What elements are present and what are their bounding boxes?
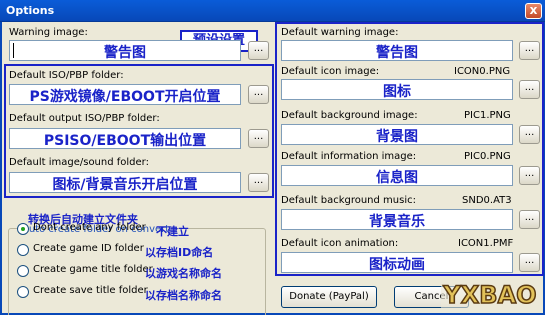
- default-info-value: 信息图: [376, 170, 418, 186]
- radio-save-title[interactable]: [17, 286, 29, 298]
- default-bg-filename: PIC1.PNG: [464, 110, 511, 121]
- default-warning-label: Default warning image:: [281, 27, 399, 38]
- image-folder-input[interactable]: 图标/背景音乐开启位置: [9, 172, 241, 193]
- warning-image-input[interactable]: 警告图: [9, 40, 241, 61]
- default-music-input[interactable]: 背景音乐: [281, 209, 513, 230]
- default-anim-filename: ICON1.PMF: [458, 238, 514, 249]
- radio-game-title[interactable]: [17, 265, 29, 277]
- default-icon-value: 图标: [383, 84, 411, 100]
- default-info-filename: PIC0.PNG: [464, 151, 511, 162]
- default-icon-label: Default icon image:: [281, 66, 380, 77]
- iso-folder-label: Default ISO/PBP folder:: [9, 70, 124, 81]
- warning-image-label: Warning image:: [9, 27, 88, 38]
- warning-image-value: 警告图: [104, 45, 146, 61]
- radio-note: 以存档ID命名: [145, 246, 214, 259]
- radio-game-id[interactable]: [17, 244, 29, 256]
- warning-image-browse-button[interactable]: ...: [248, 41, 269, 60]
- default-info-label: Default information image:: [281, 151, 417, 162]
- output-folder-input[interactable]: PSISO/EBOOT输出位置: [9, 128, 241, 149]
- default-music-filename: SND0.AT3: [462, 195, 512, 206]
- radio-note: 不建立: [156, 225, 189, 238]
- default-icon-filename: ICON0.PNG: [454, 66, 511, 77]
- radio-label: Create game title folder: [33, 264, 153, 275]
- radio-label: Create game ID folder: [33, 243, 144, 254]
- output-folder-label: Default output ISO/PBP folder:: [9, 113, 160, 124]
- radio-label: Dont create any folder: [33, 222, 146, 233]
- default-info-browse-button[interactable]: ...: [519, 166, 540, 185]
- output-folder-value: PSISO/EBOOT输出位置: [43, 133, 207, 149]
- radio-note: 以存档名称命名: [145, 289, 222, 302]
- default-bg-input[interactable]: 背景图: [281, 124, 513, 145]
- default-icon-browse-button[interactable]: ...: [519, 80, 540, 99]
- image-folder-label: Default image/sound folder:: [9, 157, 149, 168]
- default-anim-input[interactable]: 图标动画: [281, 252, 513, 273]
- default-bg-browse-button[interactable]: ...: [519, 125, 540, 144]
- default-warning-input[interactable]: 警告图: [281, 40, 513, 61]
- default-music-browse-button[interactable]: ...: [519, 210, 540, 229]
- radio-note: 以游戏名称命名: [145, 267, 222, 280]
- default-music-value: 背景音乐: [369, 214, 425, 230]
- default-info-input[interactable]: 信息图: [281, 165, 513, 186]
- default-icon-input[interactable]: 图标: [281, 79, 513, 100]
- default-anim-browse-button[interactable]: ...: [519, 253, 540, 272]
- watermark-text: YXBAO: [442, 281, 536, 309]
- window-title: Options: [6, 4, 55, 17]
- default-music-label: Default background music:: [281, 195, 416, 206]
- output-folder-browse-button[interactable]: ...: [248, 129, 269, 148]
- watermark-logo: YXBAO: [441, 277, 539, 311]
- image-folder-browse-button[interactable]: ...: [248, 173, 269, 192]
- default-bg-value: 背景图: [376, 129, 418, 145]
- title-bar: Options x: [0, 0, 545, 22]
- default-warning-value: 警告图: [376, 45, 418, 61]
- default-warning-browse-button[interactable]: ...: [519, 41, 540, 60]
- default-bg-label: Default background image:: [281, 110, 418, 121]
- iso-folder-input[interactable]: PS游戏镜像/EBOOT开启位置: [9, 84, 241, 105]
- radio-label: Create save title folder: [33, 285, 148, 296]
- close-button[interactable]: x: [525, 3, 542, 19]
- options-dialog: 预设设置 Warning image: 警告图 ... Default ISO/…: [0, 22, 545, 315]
- image-folder-value: 图标/背景音乐开启位置: [52, 177, 198, 193]
- iso-folder-value: PS游戏镜像/EBOOT开启位置: [29, 89, 221, 105]
- radio-dont-create[interactable]: [17, 223, 29, 235]
- default-anim-label: Default icon animation:: [281, 238, 399, 249]
- close-icon: x: [529, 3, 538, 17]
- default-anim-value: 图标动画: [369, 257, 425, 273]
- iso-folder-browse-button[interactable]: ...: [248, 85, 269, 104]
- donate-button[interactable]: Donate (PayPal): [281, 286, 377, 308]
